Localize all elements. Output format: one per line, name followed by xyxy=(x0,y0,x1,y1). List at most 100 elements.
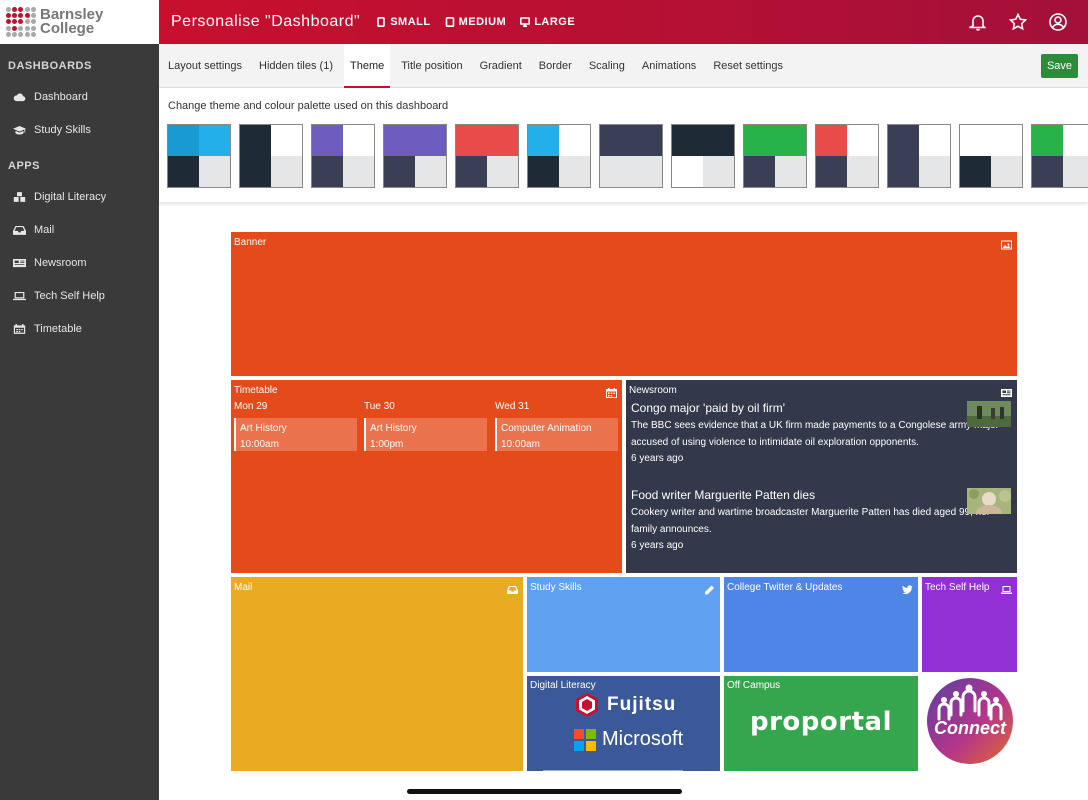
tab-layout-settings[interactable]: Layout settings xyxy=(162,44,248,88)
theme-swatch[interactable] xyxy=(383,124,447,188)
tab-hidden-tiles[interactable]: Hidden tiles (1) xyxy=(253,44,339,88)
tile-banner[interactable]: Banner xyxy=(231,232,1017,376)
theme-swatch[interactable] xyxy=(887,124,951,188)
news-item[interactable]: Food writer Marguerite Patten dies Cooke… xyxy=(631,488,1011,551)
tile-study-skills[interactable]: Study Skills xyxy=(527,577,720,672)
size-medium-option[interactable]: MEDIUM xyxy=(445,16,507,28)
swatch-colour xyxy=(528,125,559,156)
theme-swatch[interactable] xyxy=(239,124,303,188)
swatch-colour xyxy=(384,125,415,156)
tab-border[interactable]: Border xyxy=(533,44,578,88)
swatch-colour xyxy=(271,125,302,156)
sidebar-item-timetable[interactable]: Timetable xyxy=(0,312,159,345)
save-button[interactable]: Save xyxy=(1041,54,1078,78)
swatch-colour xyxy=(847,125,878,156)
swatch-colour xyxy=(744,156,775,187)
swatch-colour xyxy=(415,156,446,187)
notifications-button[interactable] xyxy=(958,0,998,44)
swatch-colour xyxy=(775,125,806,156)
tile-connect[interactable]: Connect xyxy=(922,676,1017,771)
timetable-event[interactable]: Art History 10:00am xyxy=(234,418,357,451)
theme-swatch[interactable] xyxy=(815,124,879,188)
favourites-button[interactable] xyxy=(998,0,1038,44)
tile-digital-literacy[interactable]: Digital Literacy Fujitsu Microsoft xyxy=(527,676,720,771)
sidebar-item-dashboard[interactable]: Dashboard xyxy=(0,80,159,113)
calendar-icon xyxy=(606,385,617,398)
top-bar: Personalise "Dashboard" SMALL MEDIUM LAR… xyxy=(159,0,1088,44)
sidebar-item-mail[interactable]: Mail xyxy=(0,213,159,246)
swatch-colour xyxy=(672,156,703,187)
theme-swatch[interactable] xyxy=(527,124,591,188)
event-time: 10:00am xyxy=(240,439,279,450)
college-logo[interactable]: Barnsley College xyxy=(0,0,159,44)
tab-gradient[interactable]: Gradient xyxy=(474,44,528,88)
timetable-day: Wed 31 xyxy=(495,401,530,412)
sidebar-item-label: Newsroom xyxy=(34,256,87,269)
graduation-cap-icon xyxy=(12,124,26,136)
tile-tech-self-help[interactable]: Tech Self Help xyxy=(922,577,1017,672)
timetable-event[interactable]: Art History 1:00pm xyxy=(364,418,487,451)
swatch-colour xyxy=(312,156,343,187)
laptop-icon xyxy=(1001,582,1012,594)
swatch-colour xyxy=(703,125,734,156)
divider xyxy=(543,770,683,771)
tile-newsroom[interactable]: Newsroom Congo major 'paid by oil firm' … xyxy=(626,380,1017,573)
sidebar-item-newsroom[interactable]: Newsroom xyxy=(0,246,159,279)
swatch-colour xyxy=(991,156,1022,187)
inbox-icon xyxy=(507,582,518,594)
timetable-day: Mon 29 xyxy=(234,401,268,412)
swatch-colour xyxy=(559,125,590,156)
news-age: 6 years ago xyxy=(631,453,684,464)
sidebar-section-apps: APPS xyxy=(8,160,40,172)
cubes-icon xyxy=(12,191,26,203)
swatch-colour xyxy=(919,156,950,187)
tab-reset-settings[interactable]: Reset settings xyxy=(707,44,789,88)
sidebar-item-study-skills[interactable]: Study Skills xyxy=(0,113,159,146)
theme-swatch[interactable] xyxy=(959,124,1023,188)
sidebar-item-digital-literacy[interactable]: Digital Literacy xyxy=(0,180,159,213)
theme-swatch[interactable] xyxy=(167,124,231,188)
timetable-event[interactable]: Computer Animation 10:00am xyxy=(495,418,618,451)
top-icons xyxy=(958,0,1078,44)
swatch-colour xyxy=(456,156,487,187)
tab-title-position[interactable]: Title position xyxy=(395,44,468,88)
user-circle-icon xyxy=(1049,13,1067,31)
tile-twitter-updates[interactable]: College Twitter & Updates xyxy=(724,577,918,672)
theme-swatch[interactable] xyxy=(671,124,735,188)
tile-mail[interactable]: Mail xyxy=(231,577,523,771)
inbox-icon xyxy=(12,224,26,236)
size-large-option[interactable]: LARGE xyxy=(520,16,575,28)
event-name: Computer Animation xyxy=(501,423,592,434)
sidebar-item-label: Timetable xyxy=(34,322,82,335)
swatch-colour xyxy=(888,125,919,156)
bell-icon xyxy=(969,15,987,31)
sidebar-item-tech-self-help[interactable]: Tech Self Help xyxy=(0,279,159,312)
account-button[interactable] xyxy=(1038,0,1078,44)
tile-title: Study Skills xyxy=(530,582,582,593)
news-item[interactable]: Congo major 'paid by oil firm' The BBC s… xyxy=(631,401,1011,464)
theme-swatch[interactable] xyxy=(743,124,807,188)
tab-animations[interactable]: Animations xyxy=(636,44,702,88)
theme-swatch[interactable] xyxy=(1031,124,1088,188)
swatch-colour xyxy=(343,125,374,156)
sidebar-item-label: Tech Self Help xyxy=(34,289,105,302)
calendar-icon xyxy=(12,323,26,335)
tile-timetable[interactable]: Timetable Mon 29 Art History 10:00am Tue… xyxy=(231,380,622,573)
swatch-colour xyxy=(960,125,991,156)
pencil-icon xyxy=(704,582,715,595)
tile-off-campus[interactable]: Off Campus proportal xyxy=(724,676,918,771)
swatch-colour xyxy=(168,125,199,156)
home-indicator[interactable] xyxy=(407,789,682,794)
page-title: Personalise "Dashboard" xyxy=(171,13,361,30)
event-time: 1:00pm xyxy=(370,439,404,450)
tile-title: College Twitter & Updates xyxy=(727,582,843,593)
theme-swatch[interactable] xyxy=(599,124,663,188)
microsoft-logo-icon xyxy=(574,728,596,751)
tab-scaling[interactable]: Scaling xyxy=(583,44,631,88)
swatch-colour xyxy=(816,156,847,187)
theme-swatch[interactable] xyxy=(455,124,519,188)
theme-swatch[interactable] xyxy=(311,124,375,188)
tab-theme[interactable]: Theme xyxy=(343,44,391,88)
swatch-colour xyxy=(271,156,302,187)
size-small-option[interactable]: SMALL xyxy=(376,16,430,28)
